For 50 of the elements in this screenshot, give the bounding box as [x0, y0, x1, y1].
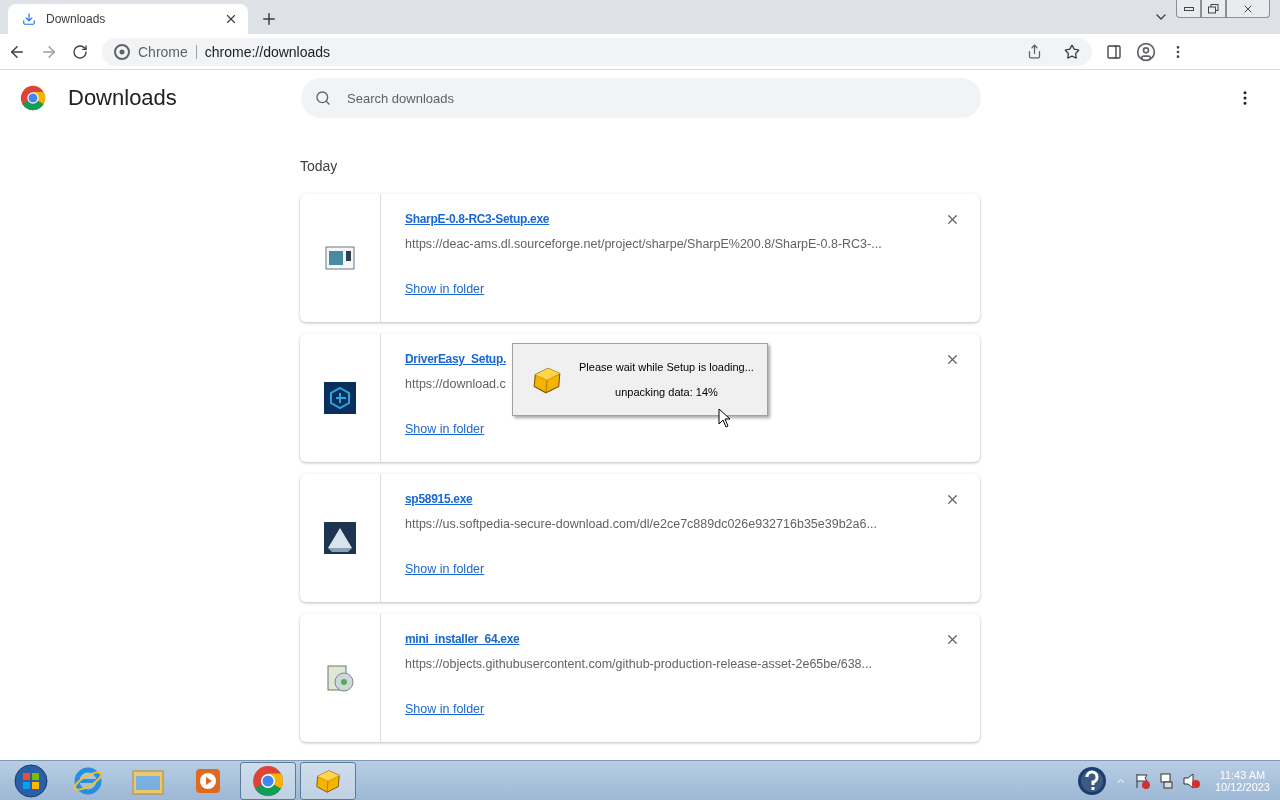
flag-icon[interactable]: [1134, 772, 1151, 789]
section-heading: Today: [300, 158, 339, 174]
file-name-link[interactable]: DriverEasy_Setup.: [405, 352, 506, 366]
minimize-button[interactable]: [1176, 0, 1201, 18]
download-url: https://download.c: [405, 377, 507, 391]
show-in-folder-link[interactable]: Show in folder: [405, 562, 485, 576]
close-icon[interactable]: [945, 352, 960, 367]
show-in-folder-link[interactable]: Show in folder: [405, 422, 485, 436]
dialog-message: Please wait while Setup is loading...: [579, 361, 754, 373]
search-field[interactable]: Search downloads: [301, 78, 981, 118]
new-tab-icon[interactable]: [260, 10, 278, 28]
minimize-icon: [1183, 5, 1194, 12]
chrome-icon[interactable]: [252, 764, 284, 797]
profile-icon[interactable]: [1136, 41, 1156, 62]
download-url: https://us.softpedia-secure-download.com/dl/e2ce7c889dc026e932716b35e39b2a6...: [405, 517, 878, 531]
close-icon[interactable]: [224, 12, 238, 26]
network-icon[interactable]: [1158, 772, 1175, 789]
close-icon[interactable]: [945, 212, 960, 227]
download-icon: [22, 12, 36, 26]
file-name-link[interactable]: sp58915.exe: [405, 492, 473, 506]
show-in-folder-link[interactable]: Show in folder: [405, 702, 485, 716]
page-title: Downloads: [68, 85, 178, 111]
start-button[interactable]: [14, 763, 48, 798]
volume-muted-icon[interactable]: [1182, 772, 1201, 789]
share-icon[interactable]: [1027, 44, 1042, 59]
close-icon[interactable]: [945, 492, 960, 507]
media-player-icon[interactable]: [195, 767, 221, 794]
reload-icon[interactable]: [72, 43, 88, 60]
side-panel-icon[interactable]: [1106, 43, 1122, 60]
ship-logo-icon: [324, 522, 356, 554]
mouse-cursor-icon: [718, 408, 732, 428]
file-name-link[interactable]: mini_installer_64.exe: [405, 632, 520, 646]
help-icon[interactable]: [1076, 765, 1107, 796]
download-url: https://objects.githubusercontent.com/github-production-release-asset-2e65be/638...: [405, 657, 873, 671]
installer-icon: [324, 662, 356, 694]
chrome-logo-icon: [114, 43, 130, 60]
progress-text: unpacking data: 14%: [615, 386, 718, 398]
file-name-link[interactable]: SharpE-0.8-RC3-Setup.exe: [405, 212, 550, 226]
address-bar[interactable]: Chrome chrome://downloads: [102, 37, 1092, 66]
search-icon: [315, 90, 331, 106]
restore-button[interactable]: [1201, 0, 1226, 18]
show-in-folder-link[interactable]: Show in folder: [405, 282, 485, 296]
window-icon: [325, 246, 355, 270]
close-icon[interactable]: [945, 632, 960, 647]
bookmark-star-icon[interactable]: [1064, 43, 1080, 60]
cube-logo-icon: [324, 382, 356, 414]
browser-tab[interactable]: Downloads: [8, 4, 248, 34]
chrome-logo-icon: [20, 85, 46, 111]
restore-icon: [1208, 3, 1219, 14]
download-url: https://deac-ams.dl.sourceforge.net/project/sharpe/SharpE%200.8/SharpE-0.8-RC3-...: [405, 237, 883, 251]
